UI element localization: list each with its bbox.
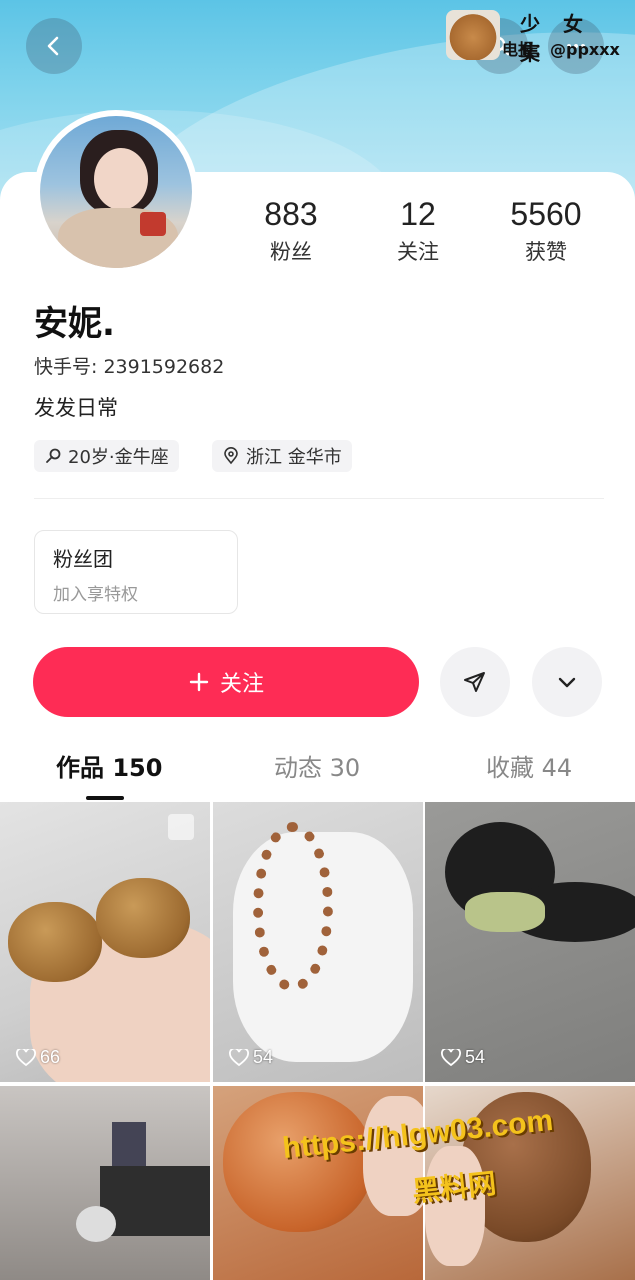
tab-moments[interactable]: 动态 30 bbox=[274, 748, 360, 783]
stat-following[interactable]: 12 关注 bbox=[358, 196, 478, 266]
expand-button[interactable] bbox=[532, 647, 602, 717]
photo-icon bbox=[168, 814, 194, 840]
age-tag: 20岁·金牛座 bbox=[34, 440, 179, 472]
back-button[interactable] bbox=[26, 18, 82, 74]
location-tag: 浙江 金华市 bbox=[212, 440, 352, 472]
watermark: 少 女 集 电报：@ppxxx bbox=[446, 6, 632, 65]
share-button[interactable] bbox=[440, 647, 510, 717]
grid-item[interactable] bbox=[213, 1086, 423, 1280]
like-count: 54 bbox=[441, 1047, 485, 1068]
stat-label: 关注 bbox=[397, 240, 439, 264]
tag-text: 浙江 金华市 bbox=[246, 447, 342, 468]
tab-works[interactable]: 作品 150 bbox=[56, 748, 162, 783]
tab-favorites[interactable]: 收藏 44 bbox=[486, 748, 572, 783]
grid-item[interactable]: 54 bbox=[425, 802, 635, 1082]
capybara-logo-icon bbox=[446, 10, 500, 60]
stat-label: 获赞 bbox=[525, 240, 567, 264]
plus-icon bbox=[189, 672, 209, 692]
tag-text: 20岁·金牛座 bbox=[68, 447, 169, 468]
user-id: 快手号: 2391592682 bbox=[34, 356, 225, 378]
avatar-image bbox=[40, 116, 192, 268]
heart-icon bbox=[441, 1048, 461, 1066]
profile-name: 安妮. bbox=[34, 304, 115, 344]
tab-indicator bbox=[86, 796, 124, 800]
follow-button[interactable]: 关注 bbox=[33, 647, 419, 717]
fanclub-title: 粉丝团 bbox=[53, 547, 113, 571]
fanclub-subtitle: 加入享特权 bbox=[53, 585, 138, 605]
stat-value: 883 bbox=[264, 196, 318, 232]
location-icon bbox=[224, 447, 238, 465]
search-key-icon bbox=[46, 448, 61, 463]
chevron-down-icon bbox=[558, 677, 576, 688]
heart-icon bbox=[229, 1048, 249, 1066]
stat-value: 12 bbox=[400, 196, 436, 232]
grid-item[interactable]: 66 bbox=[0, 802, 210, 1082]
fanclub-card[interactable]: 粉丝团 加入享特权 bbox=[34, 530, 238, 614]
divider bbox=[34, 498, 604, 499]
chevron-left-icon bbox=[47, 36, 59, 56]
watermark-subtitle: 电报：@ppxxx bbox=[502, 40, 620, 59]
heart-icon bbox=[16, 1048, 36, 1066]
send-icon bbox=[464, 672, 485, 692]
stat-likes[interactable]: 5560 获赞 bbox=[486, 196, 606, 266]
stat-label: 粉丝 bbox=[270, 240, 312, 264]
stat-value: 5560 bbox=[510, 196, 582, 232]
stat-fans[interactable]: 883 粉丝 bbox=[231, 196, 351, 266]
follow-label: 关注 bbox=[219, 672, 264, 697]
like-count: 54 bbox=[229, 1047, 273, 1068]
avatar[interactable] bbox=[34, 110, 198, 274]
content-tabs: 作品 150 动态 30 收藏 44 bbox=[0, 748, 635, 800]
works-grid: 66 54 54 bbox=[0, 802, 635, 1280]
grid-item[interactable]: 54 bbox=[213, 802, 423, 1082]
bio: 发发日常 bbox=[34, 396, 118, 420]
grid-item[interactable] bbox=[0, 1086, 210, 1280]
like-count: 66 bbox=[16, 1047, 60, 1068]
